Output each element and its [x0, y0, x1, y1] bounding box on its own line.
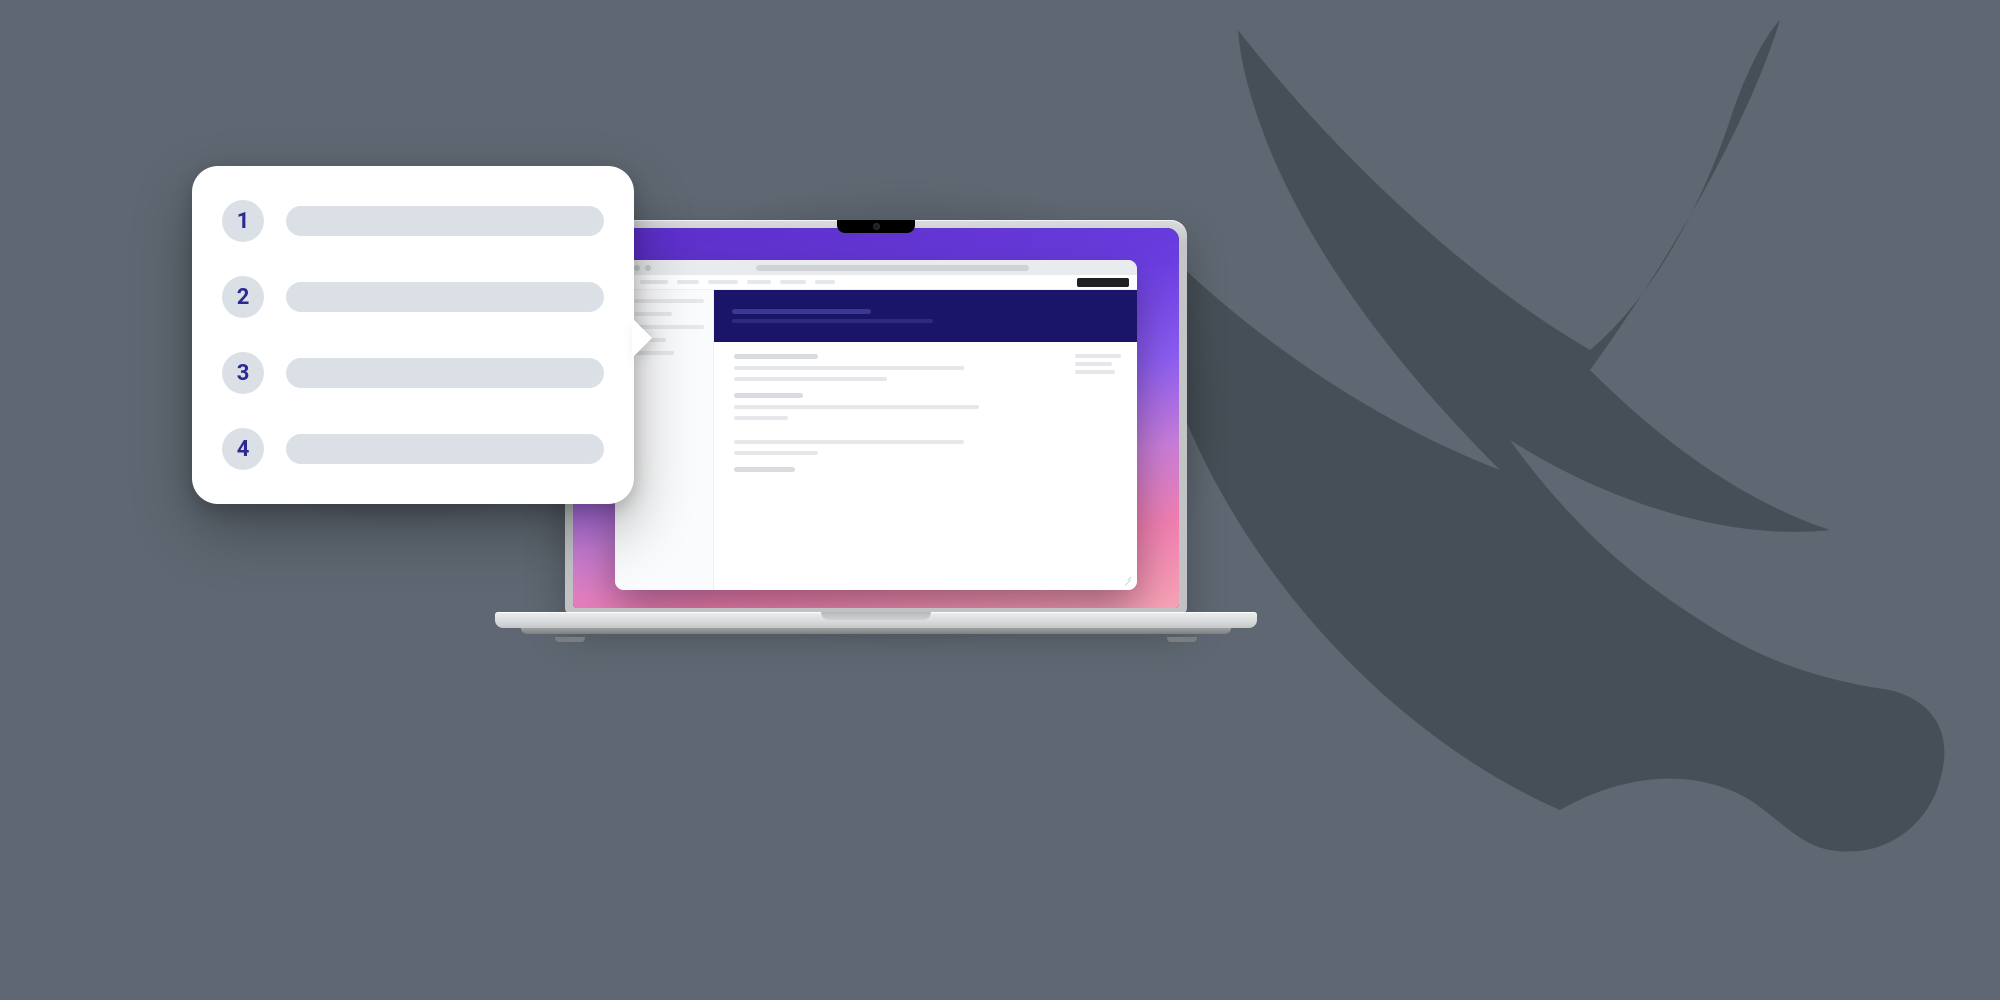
window-toolbar: [615, 275, 1137, 290]
nav-item[interactable]: [780, 280, 806, 284]
doc-line-placeholder: [734, 451, 818, 455]
step-text-placeholder: [286, 206, 604, 236]
doc-heading-placeholder: [734, 354, 818, 359]
steps-card: 1 2 3 4: [192, 166, 634, 504]
step-item: 1: [222, 200, 604, 242]
step-item: 4: [222, 428, 604, 470]
laptop-lip: [821, 612, 931, 620]
step-item: 3: [222, 352, 604, 394]
step-number-badge: 1: [222, 200, 264, 242]
doc-body: [714, 342, 1137, 590]
step-text-placeholder: [286, 434, 604, 464]
step-number-badge: 3: [222, 352, 264, 394]
main-panel: [714, 290, 1137, 590]
callout-pointer-icon: [632, 318, 652, 358]
doc-subtitle-placeholder: [732, 319, 933, 323]
primary-action-button[interactable]: [1077, 278, 1129, 287]
resize-handle-icon[interactable]: [1122, 575, 1132, 585]
address-bar[interactable]: [756, 265, 1029, 271]
doc-line-placeholder: [734, 366, 964, 370]
doc-line-placeholder: [734, 440, 964, 444]
step-number-badge: 4: [222, 428, 264, 470]
doc-line-placeholder: [734, 416, 788, 420]
step-text-placeholder: [286, 358, 604, 388]
doc-heading-placeholder: [734, 393, 803, 398]
window-titlebar: [615, 260, 1137, 275]
nav-item[interactable]: [708, 280, 738, 284]
nav-item[interactable]: [815, 280, 835, 284]
doc-title-placeholder: [732, 309, 871, 314]
step-text-placeholder: [286, 282, 604, 312]
doc-hero: [714, 290, 1137, 342]
app-window: [615, 260, 1137, 590]
window-content: [615, 290, 1137, 590]
step-number-badge: 2: [222, 276, 264, 318]
step-item: 2: [222, 276, 604, 318]
laptop-notch: [837, 220, 915, 233]
nav-item[interactable]: [747, 280, 771, 284]
doc-heading-placeholder: [734, 467, 795, 472]
doc-aside: [1075, 354, 1121, 374]
nav-item[interactable]: [677, 280, 699, 284]
doc-line-placeholder: [734, 377, 887, 381]
illustration-stage: 1 2 3 4: [0, 0, 2000, 1000]
doc-line-placeholder: [734, 405, 979, 409]
